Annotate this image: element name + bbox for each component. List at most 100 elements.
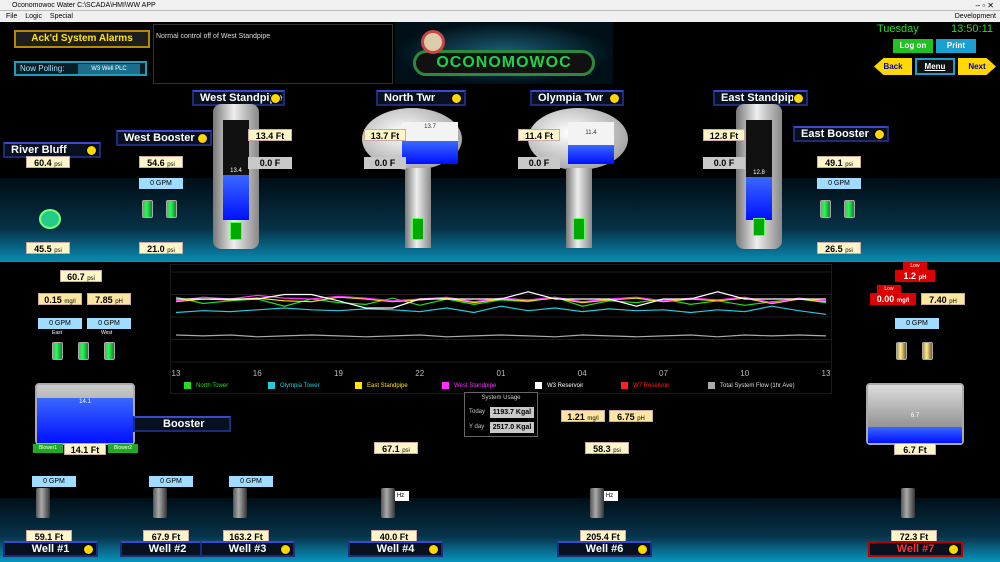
north-twr-inner-level: 13.7 <box>424 124 436 130</box>
unit-ph: pH <box>949 299 957 305</box>
legend-swatch-east <box>355 382 362 389</box>
yday-usage: 2517.0 Kgal <box>490 422 534 433</box>
logon-button[interactable]: Log on <box>893 39 933 53</box>
x-tick-label: 22 <box>415 369 424 378</box>
well4-psi-value: 67.1 <box>382 444 400 454</box>
west-booster-title[interactable]: West Booster <box>116 130 212 146</box>
gauge-icon <box>948 544 959 555</box>
reservoir-left-ft: 14.1 Ft <box>64 443 106 455</box>
plant-left-chlorine-value: 0.15 <box>44 295 62 305</box>
window-controls[interactable]: ‒ ▫ ✕ <box>976 0 994 11</box>
east-standpipe-label: East Standpipe <box>721 92 801 104</box>
east-booster-title[interactable]: East Booster <box>793 126 889 142</box>
well-flow: 0 GPM <box>149 476 193 487</box>
booster-title[interactable]: Booster <box>133 416 231 432</box>
river-bluff-pump-icon[interactable] <box>39 209 61 229</box>
west-standpipe-valve-icon <box>230 222 242 240</box>
plant-right-flow: 0 GPM <box>895 318 939 329</box>
legend-swatch-north <box>184 382 191 389</box>
system-usage-panel: System Usage Today 1193.7 Kgal Y day 251… <box>464 392 538 437</box>
north-twr-column: 13.7 <box>402 122 458 164</box>
west-standpipe-tank[interactable]: 13.4 <box>213 104 259 249</box>
well-pump-icon[interactable] <box>381 488 395 518</box>
plant-left-psi: 60.7 psi <box>60 270 102 282</box>
plant-left-chlorine: 0.15 mg/l <box>38 293 82 305</box>
east-standpipe-inner-level: 12.8 <box>753 170 765 176</box>
west-booster-flow: 0 GPM <box>139 178 183 189</box>
plant-left-psi-value: 60.7 <box>67 272 85 282</box>
plant-right-pump-2-icon[interactable] <box>922 342 933 360</box>
legend-swatch-w7 <box>621 382 628 389</box>
reservoir-right[interactable]: 6.7 <box>866 383 964 445</box>
legend-w3: W3 Reservoir <box>547 383 584 389</box>
menu-button[interactable]: Menu <box>915 58 955 75</box>
plant-right-ph-value: 7.40 <box>929 295 947 305</box>
well-pump-icon[interactable] <box>590 488 604 518</box>
x-tick-label: 13 <box>172 369 181 378</box>
west-standpipe-fill <box>223 175 249 220</box>
west-booster-label: West Booster <box>124 132 195 144</box>
unit-psi: psi <box>54 162 62 168</box>
west-booster-psi-top: 54.6 psi <box>139 156 183 168</box>
plant-left-pump-1-icon[interactable] <box>52 342 63 360</box>
menu-logic[interactable]: Logic <box>25 13 42 20</box>
north-twr-title[interactable]: North Twr <box>376 90 466 106</box>
mode-label: Development <box>954 13 996 20</box>
olympia-twr-inner-level: 11.4 <box>585 130 597 136</box>
east-standpipe-tank[interactable]: 12.8 <box>736 104 782 249</box>
well-name: Well #3 <box>228 543 267 555</box>
west-booster-pump-2-icon[interactable] <box>166 200 177 218</box>
menu-bar: File Logic Special Development <box>0 11 1000 22</box>
menu-file[interactable]: File <box>6 13 17 20</box>
east-booster-pump-1-icon[interactable] <box>820 200 831 218</box>
well-title[interactable]: Well #7 <box>868 541 963 557</box>
blower2-button[interactable]: Blower2 <box>108 444 138 453</box>
back-button[interactable]: Back <box>874 58 912 75</box>
plant-left-pump-3-icon[interactable] <box>104 342 115 360</box>
ack-alarms-button[interactable]: Ack'd System Alarms <box>14 30 150 48</box>
well-title[interactable]: Well #6 <box>557 541 652 557</box>
east-booster-pump-2-icon[interactable] <box>844 200 855 218</box>
well-title[interactable]: Well #1 <box>3 541 98 557</box>
reservoir-left[interactable]: 14.1 <box>35 383 135 445</box>
east-standpipe-temp: 0.0 F <box>703 157 745 169</box>
unit-ph: pH <box>918 275 927 281</box>
river-bluff-psi-bottom: 45.5 psi <box>26 242 70 254</box>
reservoir-right-fill <box>868 426 962 443</box>
river-bluff-psi-bottom-value: 45.5 <box>34 244 52 254</box>
system-usage-title: System Usage <box>481 395 521 401</box>
time-label: 13:50:11 <box>950 23 993 35</box>
plant-left-pump-2-icon[interactable] <box>78 342 89 360</box>
trend-chart[interactable]: 13 16 19 22 01 04 07 10 13 <box>170 264 832 394</box>
west-booster-pump-1-icon[interactable] <box>142 200 153 218</box>
well-pump-icon[interactable] <box>153 488 167 518</box>
gauge-icon <box>793 93 804 104</box>
next-button[interactable]: Next <box>958 58 996 75</box>
blower1-button[interactable]: Blower1 <box>33 444 63 453</box>
olympia-twr-title[interactable]: Olympia Twr <box>530 90 624 106</box>
well-title[interactable]: Well #4 <box>348 541 443 557</box>
x-tick-label: 13 <box>822 369 831 378</box>
well-pump-icon[interactable] <box>233 488 247 518</box>
well4-psi: 67.1 psi <box>374 442 418 454</box>
well6-psi: 58.3 psi <box>585 442 629 454</box>
gauge-icon <box>609 93 620 104</box>
east-standpipe-valve-icon <box>753 218 765 236</box>
plant-right-pump-1-icon[interactable] <box>896 342 907 360</box>
window-title-bar: Oconomowoc Water C:\SCADA\HMI\WW APP ‒ ▫… <box>0 0 1000 11</box>
today-label: Today <box>469 409 486 415</box>
alarm-low-1-value: 1.2 <box>903 271 916 281</box>
reservoir-left-level: 14.1 <box>79 399 91 405</box>
plant-right-chlorine: 0.00 mg/l <box>870 293 916 305</box>
legend-w7: W7 Reservoir <box>633 383 670 389</box>
gauge-icon <box>86 145 97 156</box>
well-title[interactable]: Well #3 <box>200 541 295 557</box>
well-pump-icon[interactable] <box>901 488 915 518</box>
print-button[interactable]: Print <box>936 39 976 53</box>
well-pump-icon[interactable] <box>36 488 50 518</box>
plant-left-ph: 7.85 pH <box>87 293 131 305</box>
east-booster-label: East Booster <box>801 128 869 140</box>
well-name: Well #1 <box>31 543 70 555</box>
legend-east: East Standpipe <box>367 383 408 389</box>
menu-special[interactable]: Special <box>50 13 73 20</box>
